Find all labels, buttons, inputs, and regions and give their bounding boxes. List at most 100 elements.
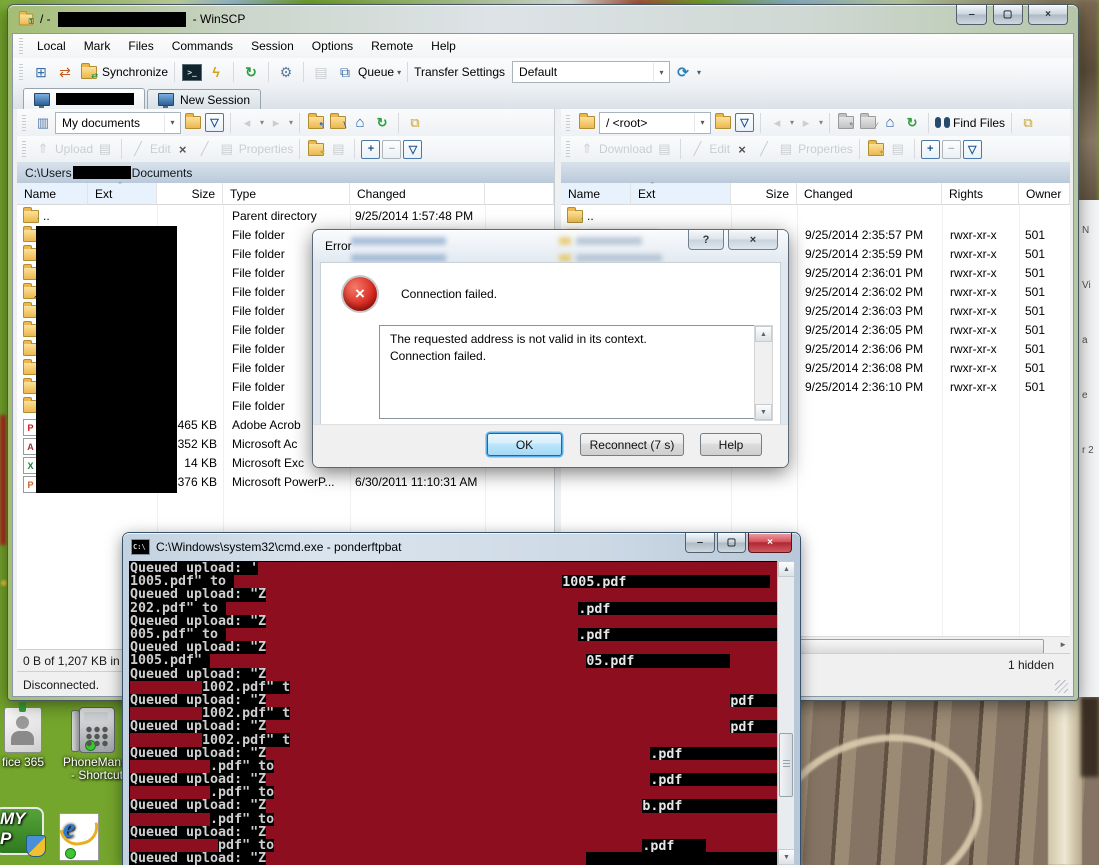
synchronize-label[interactable]: Synchronize xyxy=(102,65,168,79)
local-directory-combobox[interactable]: My documents ▾ xyxy=(55,112,181,134)
error-detail-box[interactable]: The requested address is not valid in it… xyxy=(379,325,773,419)
desktop-icon-office365[interactable]: fice 365 xyxy=(0,707,62,769)
table-row[interactable]: ↑.. xyxy=(561,207,1070,226)
refresh-icon[interactable]: ↻ xyxy=(372,113,392,133)
close-icon[interactable]: × xyxy=(728,230,778,250)
menu-item-options[interactable]: Options xyxy=(303,36,362,56)
remote-path-bar[interactable] xyxy=(561,162,1070,184)
delete-icon[interactable]: × xyxy=(173,139,193,159)
menu-item-files[interactable]: Files xyxy=(119,36,162,56)
synchronize-browsing-icon[interactable]: ⟳ xyxy=(672,61,694,83)
menu-item-session[interactable]: Session xyxy=(242,36,303,56)
column-header-ext[interactable]: Ext ˆ xyxy=(631,183,731,205)
delete-icon[interactable]: × xyxy=(732,139,752,159)
filter-icon[interactable]: ▽ xyxy=(963,140,982,159)
desktop-icon-internet-explorer[interactable]: e xyxy=(40,813,118,864)
resize-grip[interactable] xyxy=(1055,680,1068,693)
remote-directory-combobox[interactable]: / <root> ▾ xyxy=(599,112,711,134)
console-line: 202.pdf" to .pdf xyxy=(130,602,778,615)
download-icon: ⇑ xyxy=(577,139,597,159)
preferences-gear-icon[interactable]: ⚙ xyxy=(275,61,297,83)
tree-icon[interactable]: ⧉ xyxy=(1018,113,1038,133)
maximize-button[interactable]: ▢ xyxy=(993,5,1023,25)
menu-item-commands[interactable]: Commands xyxy=(163,36,242,56)
home-directory-icon[interactable]: ⌂ xyxy=(880,113,900,133)
new-folder-icon[interactable]: ✶ xyxy=(866,139,886,159)
winscp-titlebar[interactable]: ⚿ / - - WinSCP ‒ ▢ × xyxy=(8,5,1078,33)
help-titlebar-button[interactable]: ? xyxy=(688,230,724,250)
refresh-icon[interactable]: ↻ xyxy=(240,61,262,83)
column-header-owner[interactable]: Owner xyxy=(1019,183,1070,205)
column-header-rights[interactable]: Rights xyxy=(942,183,1019,205)
parent-directory-icon[interactable]: ↰ xyxy=(306,113,326,133)
minimize-button[interactable]: ‒ xyxy=(685,533,715,553)
error-dialog-titlebar[interactable]: Error ? × xyxy=(313,230,788,262)
redaction-overlay xyxy=(130,733,202,746)
console-line: .pdf" to xyxy=(130,786,778,799)
ok-button[interactable]: OK xyxy=(487,433,562,456)
console-icon[interactable]: >_ xyxy=(181,61,203,83)
custom-commands-icon[interactable]: ϟ xyxy=(205,61,227,83)
queue-label[interactable]: Queue xyxy=(358,65,394,79)
open-directory-icon[interactable] xyxy=(183,113,203,133)
table-row[interactable]: ↑..Parent directory9/25/2014 1:57:48 PM xyxy=(17,207,554,226)
column-header-name[interactable]: Name xyxy=(17,183,88,205)
new-session-tab[interactable]: New Session xyxy=(147,89,261,109)
file-name: .. xyxy=(587,209,594,223)
column-header-size[interactable]: Size xyxy=(731,183,797,205)
filter-icon[interactable]: ▽ xyxy=(403,140,422,159)
home-directory-icon[interactable]: ⌂ xyxy=(350,113,370,133)
find-files-label[interactable]: Find Files xyxy=(953,116,1005,130)
table-row[interactable]: P376 KBMicrosoft PowerP...6/30/2011 11:1… xyxy=(17,473,554,492)
console-text-segment: 1002.pdf" t xyxy=(202,707,290,720)
menu-item-mark[interactable]: Mark xyxy=(75,36,120,56)
column-header-type[interactable]: Type xyxy=(223,183,350,205)
file-type: File folder xyxy=(232,266,285,280)
queue-icon[interactable]: ⧉ xyxy=(334,61,356,83)
parent-directory-icon: ↑ xyxy=(23,210,39,223)
remote-file-toolbar: ⇑ Download ▤ ╱ Edit × ╱ ▤ Properties ✶ ▤… xyxy=(561,136,1070,163)
reconnect-button[interactable]: Reconnect (7 s) xyxy=(580,433,684,456)
new-file-icon: ▤ xyxy=(328,139,348,159)
synchronize-icon[interactable]: ⇄ xyxy=(78,61,100,83)
local-path-bar[interactable]: C:\Users Documents xyxy=(17,162,554,184)
column-header-size[interactable]: Size xyxy=(157,183,223,205)
local-file-toolbar: ⇑ Upload ▤ ╱ Edit × ╱ ▤ Properties ✶ ▤ +… xyxy=(17,136,554,163)
scroll-up-icon: ▲ xyxy=(778,561,794,577)
column-header-changed[interactable]: Changed xyxy=(797,183,942,205)
filter-icon[interactable]: ▽ xyxy=(735,113,754,132)
expand-icon[interactable]: + xyxy=(361,140,380,159)
minimize-button[interactable]: ‒ xyxy=(956,5,987,25)
scrollbar-thumb[interactable] xyxy=(779,733,793,797)
file-type: File folder xyxy=(232,304,285,318)
transfer-mode-icon[interactable]: ⇄ xyxy=(54,61,76,83)
expand-icon[interactable]: + xyxy=(921,140,940,159)
console-filename-segment: pdf xyxy=(730,694,778,707)
menu-item-local[interactable]: Local xyxy=(28,36,75,56)
detail-scrollbar[interactable]: ▲ ▼ xyxy=(754,325,773,421)
cmd-titlebar[interactable]: C:\ C:\Windows\system32\cmd.exe - ponder… xyxy=(123,533,800,561)
refresh-icon[interactable]: ↻ xyxy=(902,113,922,133)
queue-dropdown-icon[interactable]: ▾ xyxy=(397,68,401,77)
find-files-icon[interactable] xyxy=(935,117,951,128)
maximize-button[interactable]: ▢ xyxy=(717,533,746,553)
close-button[interactable]: × xyxy=(748,533,792,553)
column-header-ext[interactable]: Ext ˆ xyxy=(88,183,157,205)
column-header-name[interactable]: Name xyxy=(561,183,631,205)
root-directory-icon[interactable]: ∖ xyxy=(328,113,348,133)
session-tab-active[interactable] xyxy=(23,88,145,109)
menu-item-help[interactable]: Help xyxy=(422,36,465,56)
menu-item-remote[interactable]: Remote xyxy=(362,36,422,56)
open-directory-icon[interactable] xyxy=(713,113,733,133)
console-text-segment: .pdf" to xyxy=(210,813,274,826)
help-button[interactable]: Help xyxy=(700,433,762,456)
transfer-settings-combobox[interactable]: Default ▾ xyxy=(512,61,670,83)
filter-icon[interactable]: ▽ xyxy=(205,113,224,132)
new-folder-icon[interactable]: ✶ xyxy=(306,139,326,159)
column-header-changed[interactable]: Changed xyxy=(350,183,485,205)
close-button[interactable]: × xyxy=(1028,5,1068,25)
toggle-panels-icon[interactable]: ⊞ xyxy=(30,61,52,83)
tree-icon[interactable]: ⧉ xyxy=(405,113,425,133)
chevron-down-icon[interactable]: ▾ xyxy=(697,68,701,77)
console-scrollbar[interactable]: ▲ ▼ xyxy=(777,561,794,865)
